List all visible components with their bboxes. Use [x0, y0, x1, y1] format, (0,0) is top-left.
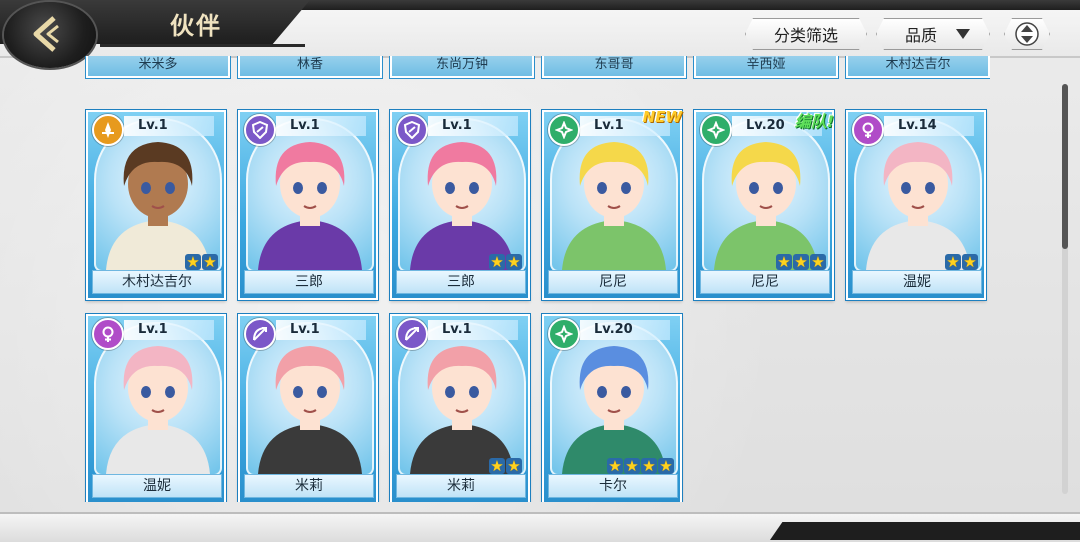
partner-card[interactable]: Lv.1 NEW 尼尼 [542, 108, 682, 300]
level-label: Lv.1 [276, 320, 366, 340]
star-icon: ★ [962, 253, 978, 271]
partner-name: 米莉 [396, 474, 526, 498]
attack-icon [92, 114, 124, 146]
star-rating: ★ ★ ★ [776, 254, 826, 270]
quality-dropdown[interactable]: 品质 [876, 18, 990, 50]
level-label: Lv.1 [428, 116, 518, 136]
venus-icon [92, 318, 124, 350]
prev-row-card[interactable]: 辛西娅 [694, 56, 838, 78]
star-icon: ★ [945, 253, 961, 271]
venus-icon [852, 114, 884, 146]
star-icon: ★ [607, 457, 623, 475]
partner-name: 三郎 [396, 270, 526, 294]
bow-icon [396, 318, 428, 350]
partner-card[interactable]: Lv.1 三郎 [238, 110, 378, 300]
partner-card[interactable]: Lv.1 温妮 [86, 314, 226, 502]
prev-row-name: 林香 [296, 57, 323, 72]
partner-name: 木村达吉尔 [92, 270, 222, 294]
prev-row-card[interactable]: 东哥哥 [542, 56, 686, 78]
team-badge: 编队! [794, 112, 834, 131]
partner-list[interactable]: 米米多 林香 东尚万钟 东哥哥 辛西娅 木村达吉尔 Lv.1 ★ ★ 木村达吉尔 Lv.1 三郎 Lv… [84, 56, 990, 502]
prev-row-card[interactable]: 木村达吉尔 [846, 56, 990, 78]
title-underline [100, 44, 305, 47]
sort-icon [1014, 21, 1040, 47]
filter-button-label: 分类筛选 [773, 26, 838, 45]
scrollbar-thumb[interactable] [1062, 84, 1068, 249]
partner-card[interactable]: Lv.1 ★ ★ 木村达吉尔 [86, 110, 226, 300]
star-icon: ★ [810, 253, 826, 271]
star-icon: ★ [658, 457, 674, 475]
prev-row-name: 辛西娅 [746, 57, 786, 72]
prev-row-name: 米米多 [138, 57, 178, 72]
prev-row-card[interactable]: 米米多 [86, 56, 230, 78]
star-rating: ★ ★ [489, 458, 522, 474]
star-icon: ★ [506, 457, 522, 475]
clover-icon [548, 318, 580, 350]
star-rating: ★ ★ [489, 254, 522, 270]
back-button[interactable] [4, 2, 96, 68]
bottom-dark-panel [770, 522, 1080, 540]
level-label: Lv.1 [124, 320, 214, 340]
partner-name: 温妮 [852, 270, 982, 294]
star-icon: ★ [202, 253, 218, 271]
star-icon: ★ [489, 457, 505, 475]
partner-name: 三郎 [244, 270, 374, 294]
star-icon: ★ [624, 457, 640, 475]
partner-name: 尼尼 [700, 270, 830, 294]
star-icon: ★ [506, 253, 522, 271]
new-badge: NEW [642, 108, 682, 126]
partner-name: 卡尔 [548, 474, 678, 498]
star-icon: ★ [793, 253, 809, 271]
partner-card[interactable]: Lv.20 ★ ★ ★ ★ 卡尔 [542, 314, 682, 502]
bow-icon [244, 318, 276, 350]
star-rating: ★ ★ ★ ★ [607, 458, 674, 474]
page-title: 伙伴 [170, 12, 222, 40]
filter-button[interactable]: 分类筛选 [745, 18, 867, 50]
prev-row-name: 东尚万钟 [435, 57, 488, 72]
shield-icon [396, 114, 428, 146]
level-label: Lv.1 [276, 116, 366, 136]
clover-icon [700, 114, 732, 146]
star-icon: ★ [641, 457, 657, 475]
level-label: Lv.1 [428, 320, 518, 340]
level-label: Lv.20 [580, 320, 670, 340]
partner-card[interactable]: Lv.1 米莉 [238, 314, 378, 502]
partner-card[interactable]: Lv.1 ★ ★ 三郎 [390, 110, 530, 300]
shield-icon [244, 114, 276, 146]
top-strip [290, 0, 1080, 10]
partner-card[interactable]: Lv.14 ★ ★ 温妮 [846, 110, 986, 300]
sort-order-button[interactable] [1004, 18, 1050, 50]
star-rating: ★ ★ [945, 254, 978, 270]
prev-row-card[interactable]: 林香 [238, 56, 382, 78]
star-rating: ★ ★ [185, 254, 218, 270]
partner-name: 尼尼 [548, 270, 678, 294]
prev-row-name: 木村达吉尔 [885, 57, 951, 72]
partner-card[interactable]: Lv.1 ★ ★ 米莉 [390, 314, 530, 502]
level-label: Lv.1 [124, 116, 214, 136]
partner-card[interactable]: Lv.20 编队! ★ ★ ★ 尼尼 [694, 110, 834, 300]
star-icon: ★ [489, 253, 505, 271]
quality-dropdown-label: 品质 [905, 26, 938, 45]
partner-name: 温妮 [92, 474, 222, 498]
partner-name: 米莉 [244, 474, 374, 498]
back-arrow-icon [33, 16, 59, 52]
chevron-down-icon [955, 25, 971, 44]
prev-row-card[interactable]: 东尚万钟 [390, 56, 534, 78]
star-icon: ★ [185, 253, 201, 271]
level-label: Lv.14 [884, 116, 974, 136]
clover-icon [548, 114, 580, 146]
prev-row-name: 东哥哥 [594, 57, 634, 72]
star-icon: ★ [776, 253, 792, 271]
